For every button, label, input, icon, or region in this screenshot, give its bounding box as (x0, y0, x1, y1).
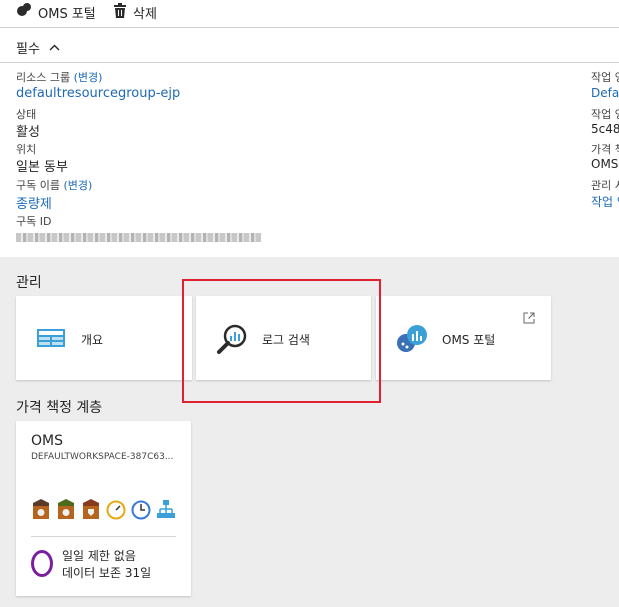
subscription-label-row: 구독 이름 (변경) (16, 177, 92, 193)
chevron-up-icon (49, 40, 60, 55)
divider (0, 62, 619, 63)
subscription-link[interactable]: 종량제 (16, 193, 52, 212)
resource-group-label: 리소스 그룹 (16, 71, 71, 84)
right-value-2: 5c484 (591, 122, 619, 136)
oms-portal-label: OMS 포털 (38, 6, 96, 22)
pricing-tier-title: 가격 책정 계층 (16, 400, 103, 416)
workspace-name: DEFAULTWORKSPACE-387C63... (31, 452, 174, 462)
oms-logo-icon (16, 2, 32, 22)
resource-group-change-link[interactable]: (변경) (74, 71, 103, 84)
essentials-toggle[interactable]: 필수 (16, 38, 60, 57)
oms-portal-tile-label: OMS 포털 (442, 333, 496, 347)
oms-o-logo-icon (31, 550, 53, 577)
right-label-2: 작업 영 (591, 108, 619, 121)
management-title: 관리 (16, 275, 42, 291)
solution-package-shield-icon (81, 499, 101, 520)
essentials-label: 필수 (16, 42, 40, 57)
status-label: 상태 (16, 108, 37, 121)
subscription-id-redacted (16, 233, 261, 242)
oms-portal-icon (395, 322, 429, 359)
divider (31, 536, 176, 537)
overview-tile[interactable]: 개요 (16, 296, 192, 380)
right-value-3: OMS (591, 157, 619, 171)
subscription-label: 구독 이름 (16, 179, 60, 192)
subscription-change-link[interactable]: (변경) (63, 179, 92, 192)
solution-package-clock-icon (56, 499, 76, 520)
external-link-icon[interactable] (523, 312, 535, 327)
resource-group-label-row: 리소스 그룹 (변경) (16, 69, 102, 85)
command-bar: OMS 포털 삭제 (0, 0, 619, 27)
oms-portal-button[interactable]: OMS 포털 (16, 2, 96, 22)
subscription-id-label: 구독 ID (16, 215, 52, 228)
right-value-1[interactable]: Defaul (591, 86, 619, 100)
gauge-icon (106, 499, 126, 520)
divider (0, 27, 619, 28)
highlight-box (182, 279, 381, 403)
right-label-1: 작업 영 (591, 71, 619, 84)
solution-package-icon (31, 499, 51, 520)
oms-portal-tile[interactable]: OMS 포털 (376, 296, 551, 380)
overview-label: 개요 (81, 333, 104, 347)
right-value-4[interactable]: 작업 영 (591, 193, 619, 210)
resource-group-link[interactable]: defaultresourcegroup-ejp (16, 86, 180, 101)
delete-label: 삭제 (133, 6, 157, 22)
delete-button[interactable]: 삭제 (113, 2, 157, 22)
right-label-3: 가격 책 (591, 143, 619, 156)
right-label-4: 관리 시 (591, 179, 619, 192)
tier-name: OMS (31, 433, 63, 449)
trash-icon (113, 2, 127, 22)
clock-icon (131, 499, 151, 520)
location-value: 일본 동부 (16, 160, 68, 175)
daily-limit-text: 일일 제한 없음 (62, 549, 136, 563)
retention-text: 데이터 보존 31일 (62, 566, 152, 580)
network-topology-icon (156, 499, 176, 520)
status-value: 활성 (16, 125, 40, 140)
location-label: 위치 (16, 143, 37, 156)
overview-grid-icon (37, 329, 65, 350)
